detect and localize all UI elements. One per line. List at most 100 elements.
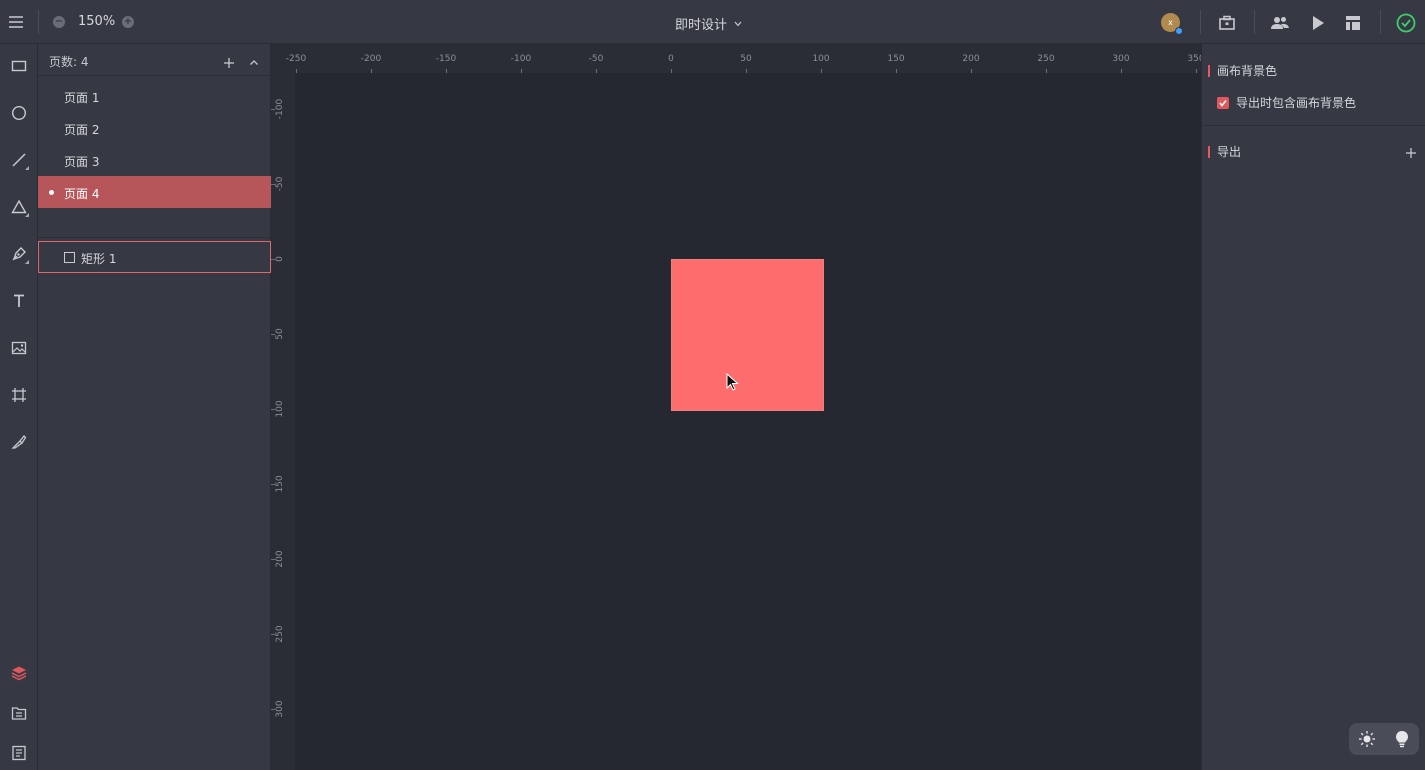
zoom-level[interactable]: 150% xyxy=(78,14,115,29)
text-icon xyxy=(14,294,24,307)
ruler-v-label: -50 xyxy=(275,176,285,192)
submenu-indicator xyxy=(25,166,29,170)
add-export-button[interactable] xyxy=(1405,144,1417,158)
submenu-indicator xyxy=(25,213,29,217)
layer-item[interactable]: 矩形 1 xyxy=(38,241,271,273)
chevron-up-icon xyxy=(250,60,258,65)
export-bg-label: 导出时包含画布背景色 xyxy=(1236,96,1357,110)
chevron-down-icon xyxy=(734,21,742,26)
ruler-h-label: -200 xyxy=(360,54,382,64)
ruler-h-label: -250 xyxy=(285,54,307,64)
preview-button[interactable] xyxy=(1308,13,1328,33)
page-item[interactable]: 页面 2 xyxy=(38,112,271,144)
file-title: 即时设计 xyxy=(675,18,728,33)
layers-tab[interactable] xyxy=(5,659,33,687)
zoom-in-button[interactable]: + xyxy=(122,16,134,28)
avatar[interactable]: x xyxy=(1161,13,1183,35)
plus-icon xyxy=(1406,148,1416,158)
canvas-bg-title: 画布背景色 xyxy=(1208,65,1277,77)
polygon-tool[interactable] xyxy=(5,193,33,221)
ellipse-tool[interactable] xyxy=(5,99,33,127)
check-icon xyxy=(1219,99,1227,107)
toolbox-button[interactable] xyxy=(1217,13,1237,33)
online-status-dot xyxy=(1175,27,1183,35)
page-label: 页面 4 xyxy=(64,187,100,201)
ruler-h-label: -100 xyxy=(510,54,532,64)
ruler-v-label: 150 xyxy=(275,475,285,493)
page-label: 页面 3 xyxy=(64,155,100,169)
comments-tab[interactable] xyxy=(5,739,33,767)
ruler-h-label: 150 xyxy=(887,54,905,64)
lightbulb-icon xyxy=(1395,731,1408,748)
rectangle-icon xyxy=(11,60,27,72)
ruler-h-label: 0 xyxy=(668,54,674,64)
users-icon xyxy=(1271,17,1289,29)
text-tool[interactable] xyxy=(5,287,33,315)
ruler-v-label: 0 xyxy=(275,256,285,262)
divider xyxy=(1202,125,1425,126)
minus-icon: − xyxy=(53,16,65,28)
tips-button[interactable] xyxy=(1392,729,1412,749)
layout-button[interactable] xyxy=(1343,13,1363,33)
image-icon xyxy=(11,341,27,355)
ruler-h-label: -150 xyxy=(435,54,457,64)
top-toolbar: − 150% + 即时设计 x xyxy=(0,0,1425,44)
ruler-h-label: 200 xyxy=(962,54,980,64)
bottom-actions xyxy=(1349,723,1419,755)
line-tool[interactable] xyxy=(5,146,33,174)
rectangle-icon xyxy=(64,252,75,263)
rectangle-tool[interactable] xyxy=(5,52,33,80)
ruler-tick xyxy=(296,69,297,73)
knife-icon xyxy=(11,435,27,449)
page-label: 页面 1 xyxy=(64,91,100,105)
collaborators-button[interactable] xyxy=(1270,13,1290,33)
assets-tab[interactable] xyxy=(5,699,33,727)
zoom-out-button[interactable]: − xyxy=(53,16,65,28)
ruler-h-label: 100 xyxy=(812,54,830,64)
ruler-v-label: -100 xyxy=(275,98,285,120)
page-item[interactable]: 页面 1 xyxy=(38,80,271,112)
vertical-ruler[interactable]: -100 -50 0 50 100 150 200 250 300 xyxy=(271,73,295,770)
export-bg-option[interactable]: 导出时包含画布背景色 xyxy=(1217,94,1356,111)
collapse-pages-button[interactable] xyxy=(248,54,260,66)
page-item-active[interactable]: 页面 4 xyxy=(38,176,271,208)
save-status-button[interactable] xyxy=(1395,12,1417,34)
frame-tool[interactable] xyxy=(5,381,33,409)
left-tool-bar xyxy=(0,44,38,770)
pages-layers-panel: 页数: 4 页面 1 页面 2 页面 3 页面 4 矩形 1 xyxy=(38,44,271,770)
ruler-tick xyxy=(371,69,372,73)
layout-icon xyxy=(1346,16,1360,30)
horizontal-ruler[interactable]: -250 -200 -150 -100 -50 0 50 100 150 200 250 300 350 xyxy=(271,44,1205,73)
slice-tool[interactable] xyxy=(5,428,33,456)
menu-icon[interactable] xyxy=(6,12,26,32)
ruler-tick xyxy=(896,69,897,73)
pages-header: 页数: 4 xyxy=(38,44,271,76)
pen-tool[interactable] xyxy=(5,240,33,268)
rectangle-shape[interactable] xyxy=(671,259,824,411)
notes-icon xyxy=(12,745,26,761)
ruler-tick xyxy=(446,69,447,73)
theme-toggle-button[interactable] xyxy=(1357,729,1377,749)
ruler-tick xyxy=(1121,69,1122,73)
design-canvas[interactable]: -250 -200 -150 -100 -50 0 50 100 150 200 250 300 350… xyxy=(271,44,1205,770)
export-bg-checkbox[interactable] xyxy=(1217,96,1229,109)
check-circle-icon xyxy=(1396,13,1416,33)
file-title-dropdown[interactable]: 即时设计 xyxy=(675,14,743,33)
ruler-v-label: 50 xyxy=(275,328,285,340)
page-item[interactable]: 页面 3 xyxy=(38,144,271,176)
ruler-tick xyxy=(1046,69,1047,73)
ruler-tick xyxy=(596,69,597,73)
export-section-title: 导出 xyxy=(1208,146,1241,158)
ruler-v-label: 200 xyxy=(275,550,285,568)
ruler-v-label: 300 xyxy=(275,700,285,718)
ruler-h-label: 250 xyxy=(1037,54,1055,64)
page-count: 页数: 4 xyxy=(49,55,89,69)
cursor-icon xyxy=(726,373,739,391)
ruler-tick xyxy=(671,69,672,73)
ruler-v-label: 250 xyxy=(275,625,285,643)
add-page-button[interactable] xyxy=(223,54,235,68)
page-label: 页面 2 xyxy=(64,123,100,137)
divider xyxy=(38,10,39,34)
divider xyxy=(1200,10,1201,34)
image-tool[interactable] xyxy=(5,334,33,362)
